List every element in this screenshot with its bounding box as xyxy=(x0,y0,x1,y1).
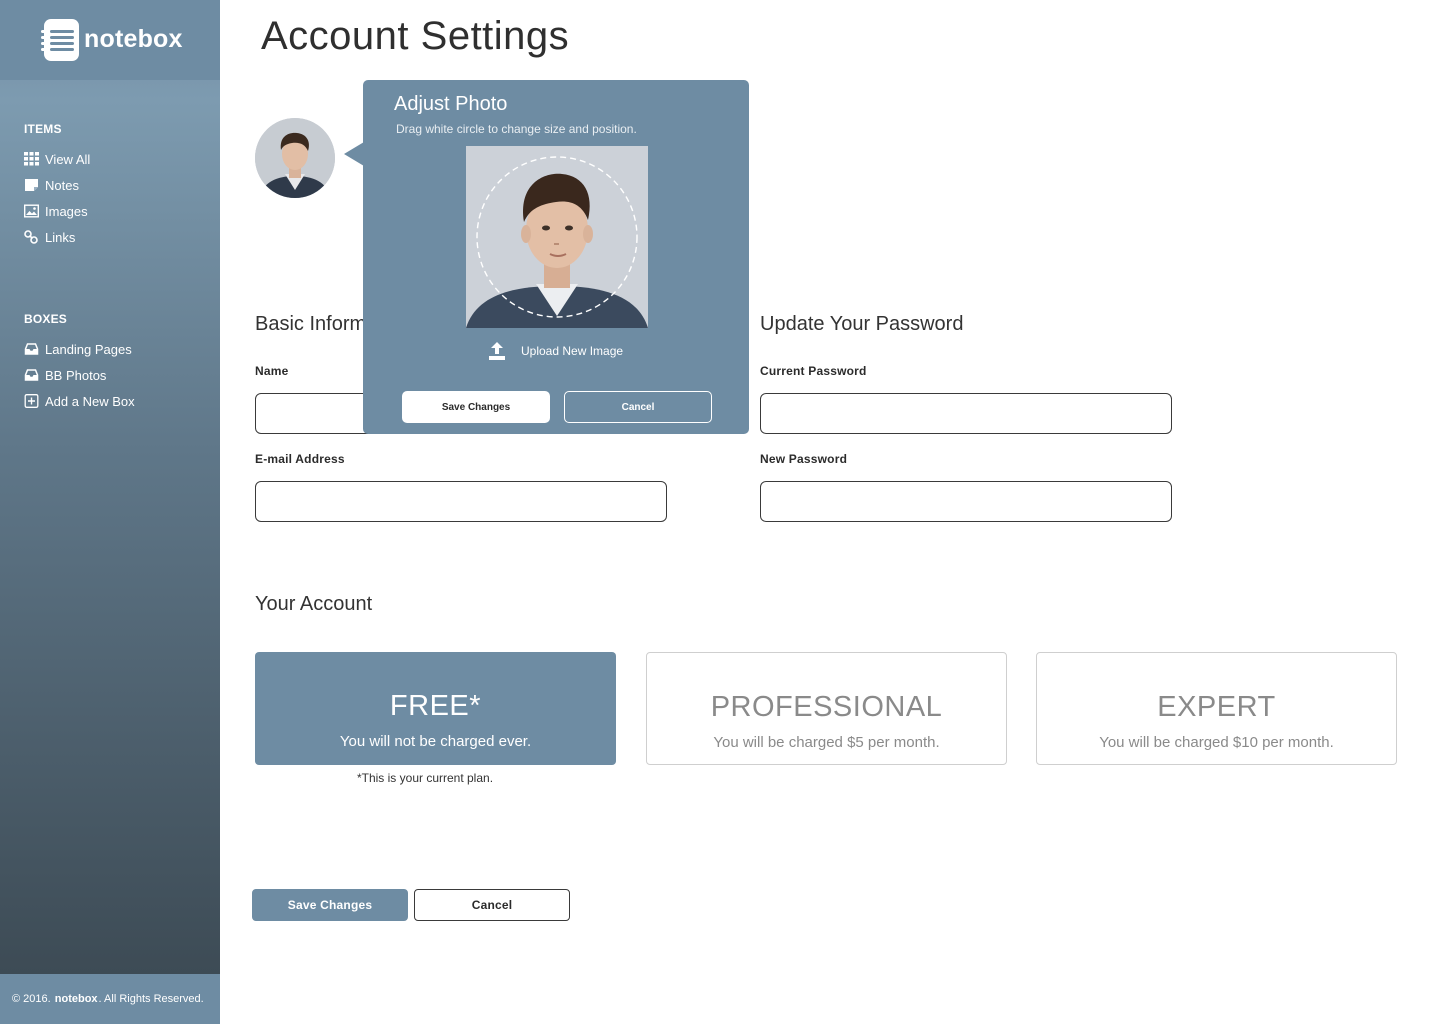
note-icon xyxy=(24,178,39,192)
your-account-heading: Your Account xyxy=(255,593,373,615)
upload-new-image[interactable]: Upload New Image xyxy=(487,341,623,361)
footer-rights: . All Rights Reserved. xyxy=(98,993,204,1005)
cancel-button[interactable]: Cancel xyxy=(414,889,570,921)
popover-save-button[interactable]: Save Changes xyxy=(402,391,550,423)
plus-square-icon xyxy=(24,394,39,408)
brand-name: notebox xyxy=(84,25,183,53)
current-password-field[interactable] xyxy=(760,393,1172,434)
popover-subtitle: Drag white circle to change size and pos… xyxy=(396,122,637,136)
brand-header[interactable]: notebox xyxy=(0,0,220,80)
new-password-label: New Password xyxy=(760,452,848,466)
plan-description: You will be charged $10 per month. xyxy=(1099,734,1334,751)
current-password-label: Current Password xyxy=(760,364,867,378)
sidebar-item-label: Links xyxy=(45,229,76,245)
sidebar-item-landing-pages[interactable]: Landing Pages xyxy=(24,339,132,359)
popover-cancel-button[interactable]: Cancel xyxy=(564,391,712,423)
plan-description: You will be charged $5 per month. xyxy=(713,734,940,751)
popover-arrow xyxy=(344,142,364,166)
footer-brand: notebox xyxy=(54,993,98,1005)
plan-name: EXPERT xyxy=(1157,691,1276,723)
email-field[interactable] xyxy=(255,481,667,522)
plan-name: FREE* xyxy=(389,690,482,722)
sidebar-item-label: Add a New Box xyxy=(45,393,135,409)
inbox-icon xyxy=(24,368,39,382)
sidebar-item-links[interactable]: Links xyxy=(24,227,75,247)
adjust-photo-popover: Adjust Photo Drag white circle to change… xyxy=(344,80,749,434)
upload-icon xyxy=(487,341,507,361)
sidebar-item-label: Notes xyxy=(45,177,79,193)
password-heading: Update Your Password xyxy=(760,313,964,335)
current-plan-note: *This is your current plan. xyxy=(356,771,494,785)
popover-title: Adjust Photo xyxy=(394,93,508,115)
boxes-section-title: BOXES xyxy=(24,312,68,326)
sidebar-item-bb-photos[interactable]: BB Photos xyxy=(24,365,106,385)
sidebar-item-label: Images xyxy=(45,203,88,219)
name-label: Name xyxy=(255,364,289,378)
sidebar-item-view-all[interactable]: View All xyxy=(24,149,90,169)
email-label: E-mail Address xyxy=(255,452,345,466)
sidebar-item-label: BB Photos xyxy=(45,367,107,383)
sidebar: notebox ITEMS View All Notes Images Link… xyxy=(0,0,220,1024)
plan-card-expert[interactable]: EXPERT You will be charged $10 per month… xyxy=(1036,652,1397,765)
plan-name: PROFESSIONAL xyxy=(710,691,943,723)
sidebar-item-label: View All xyxy=(45,151,91,167)
image-icon xyxy=(24,204,39,218)
items-section-title: ITEMS xyxy=(24,122,62,136)
sidebar-item-label: Landing Pages xyxy=(45,341,132,357)
upload-label: Upload New Image xyxy=(521,344,624,358)
grid-icon xyxy=(24,152,39,166)
inbox-icon xyxy=(24,342,39,356)
avatar[interactable] xyxy=(255,118,335,198)
sidebar-item-add-new-box[interactable]: Add a New Box xyxy=(24,391,135,411)
sidebar-item-images[interactable]: Images xyxy=(24,201,88,221)
page-title: Account Settings xyxy=(261,14,570,58)
plan-card-professional[interactable]: PROFESSIONAL You will be charged $5 per … xyxy=(646,652,1007,765)
sidebar-footer: © 2016. notebox. All Rights Reserved. xyxy=(0,974,220,1024)
footer-copyright: © 2016. xyxy=(12,993,51,1005)
sidebar-item-notes[interactable]: Notes xyxy=(24,175,79,195)
new-password-field[interactable] xyxy=(760,481,1172,522)
notebox-logo-icon xyxy=(41,19,79,61)
save-changes-button[interactable]: Save Changes xyxy=(252,889,408,921)
plan-description: You will not be charged ever. xyxy=(339,733,532,750)
plan-card-free[interactable]: FREE* You will not be charged ever. xyxy=(255,652,616,765)
photo-crop-area[interactable] xyxy=(466,146,648,328)
link-icon xyxy=(24,230,39,244)
